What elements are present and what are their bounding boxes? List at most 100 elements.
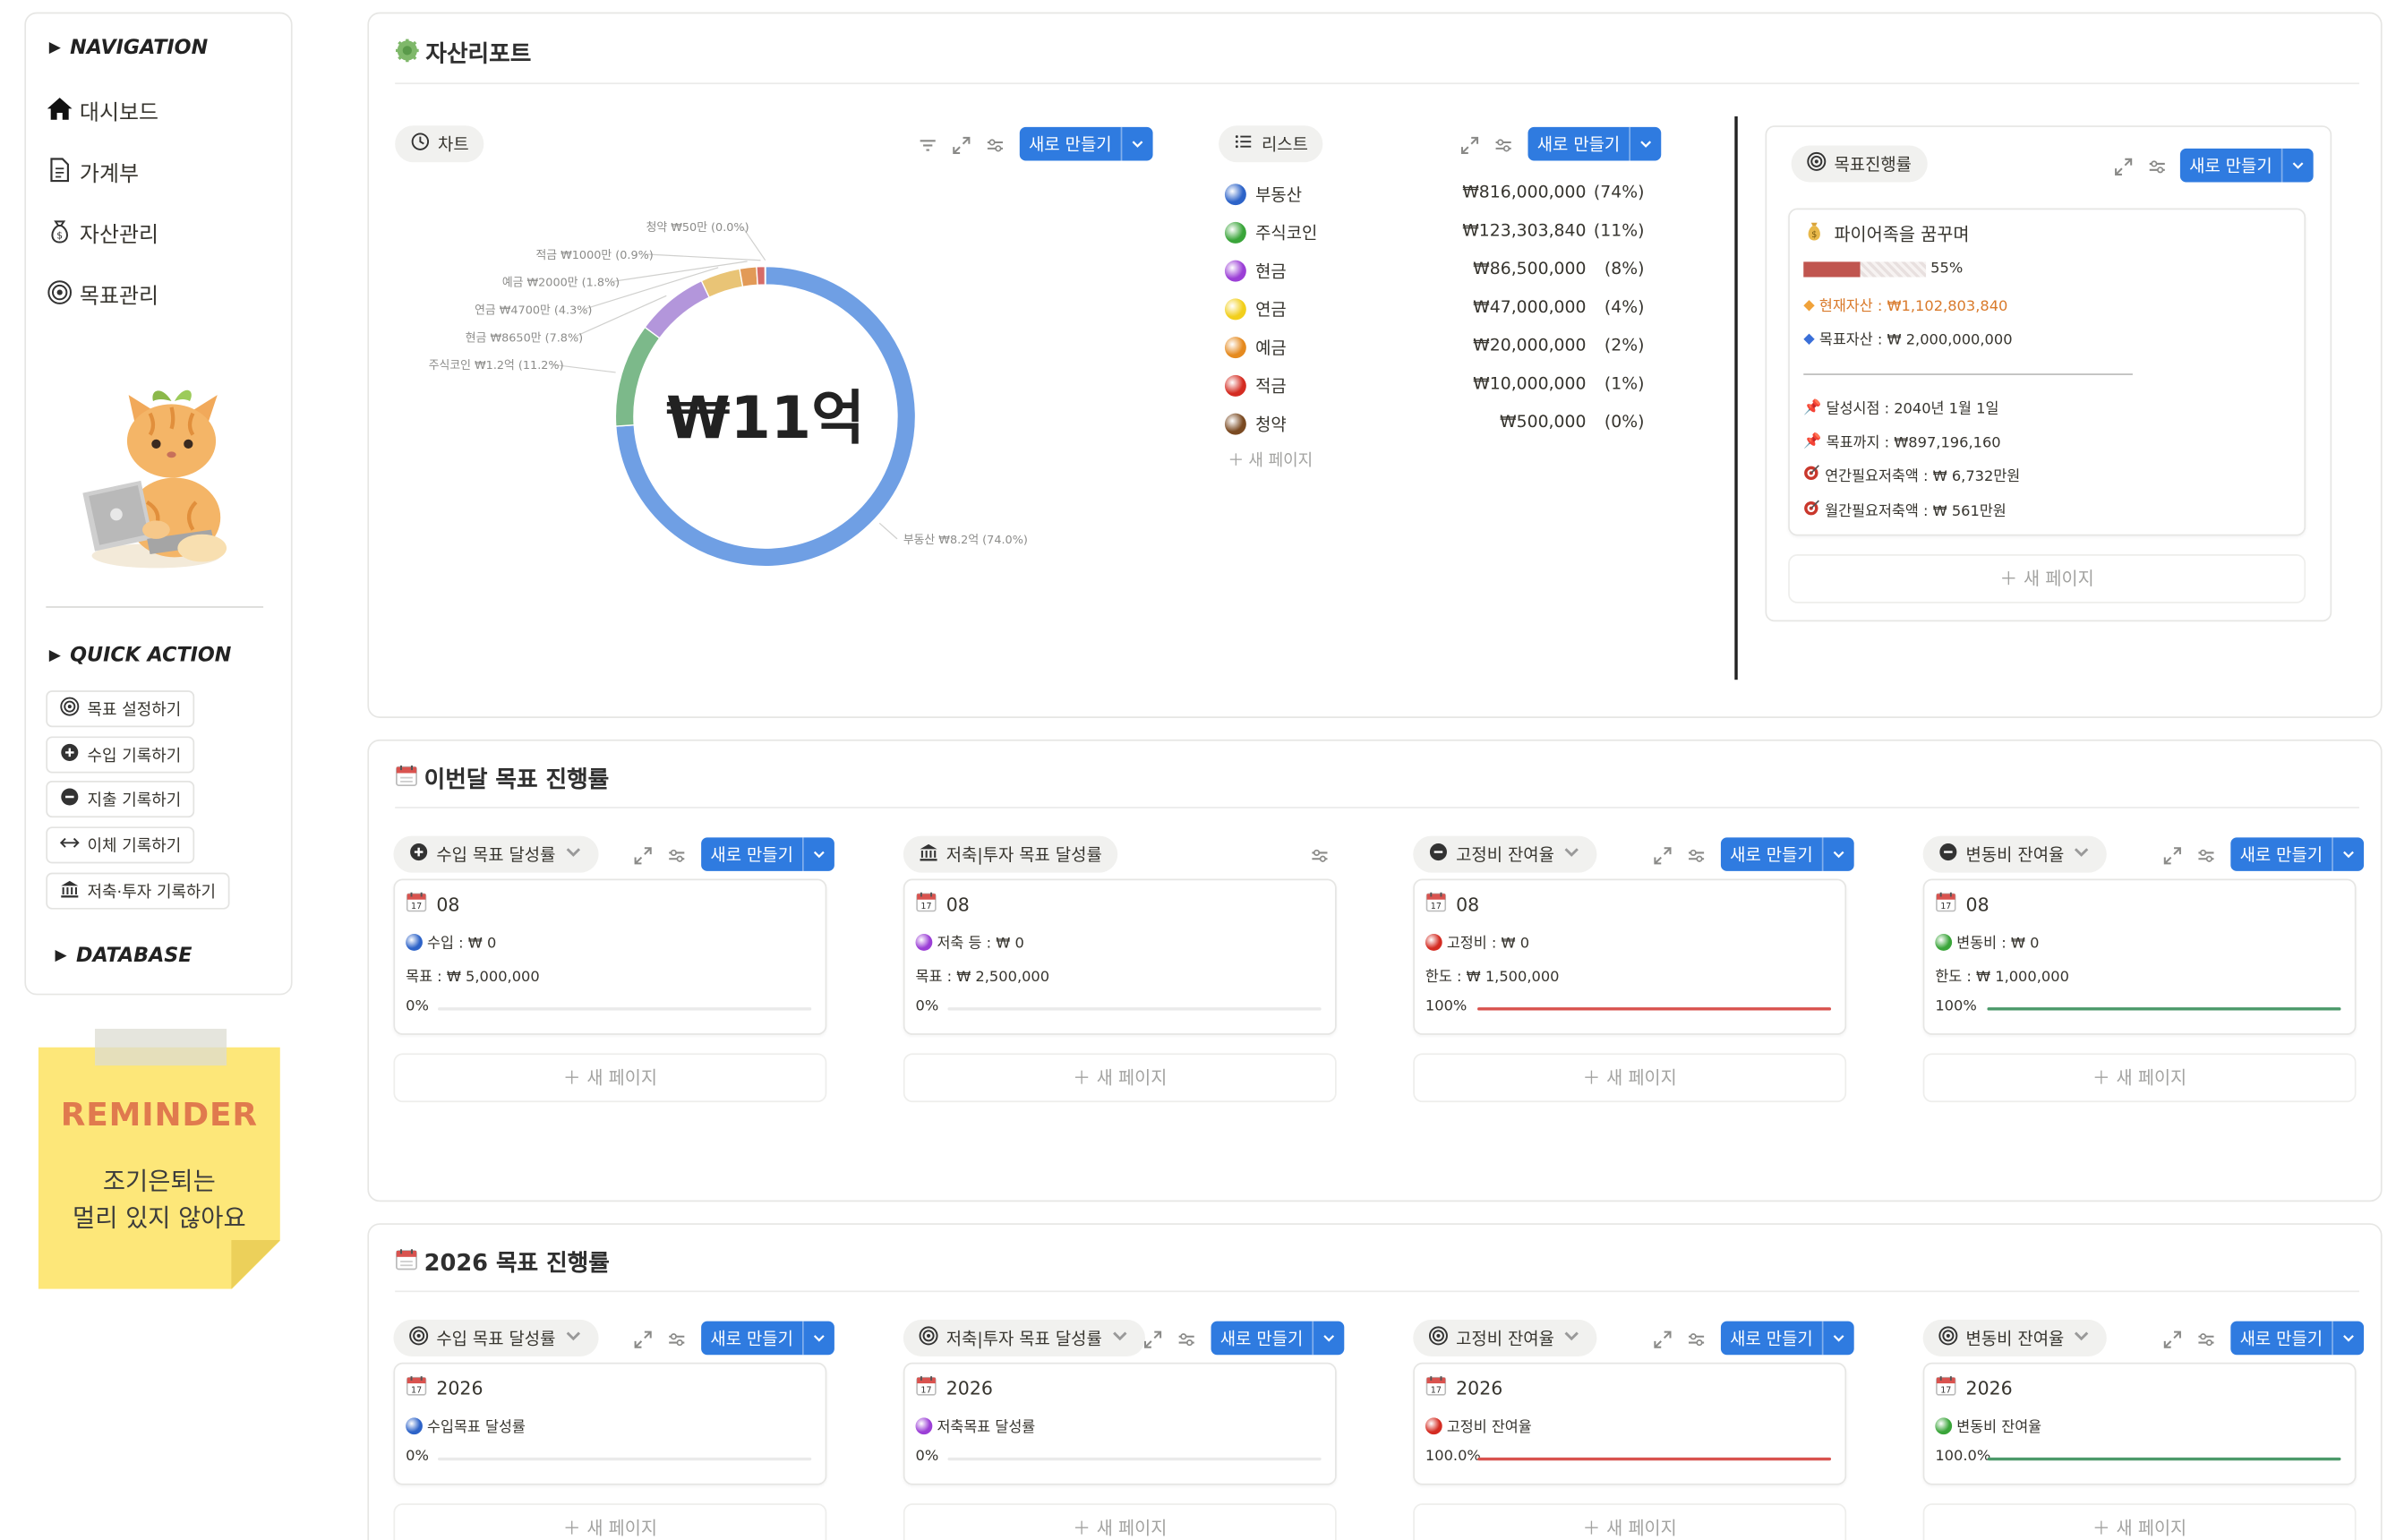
board-tab[interactable]: 저축|투자 목표 달성률 <box>903 1319 1145 1356</box>
list-new-button[interactable]: 새로 만들기 <box>1527 126 1662 161</box>
goal-new-button[interactable]: 새로 만들기 <box>2179 148 2314 183</box>
expand-icon[interactable] <box>1142 1327 1164 1348</box>
board-new-button[interactable]: 새로 만들기 <box>701 1321 835 1356</box>
tab-list[interactable]: 리스트 <box>1219 125 1323 163</box>
chevron-down-icon[interactable] <box>563 1326 583 1350</box>
quick-action-set-goal[interactable]: 목표 설정하기 <box>46 690 195 728</box>
quick-action-record-income[interactable]: 수입 기록하기 <box>46 736 195 774</box>
donut-slice[interactable] <box>700 268 744 299</box>
goal-card[interactable] <box>1788 208 2306 536</box>
chevron-down-icon[interactable] <box>2072 842 2092 866</box>
chevron-down-icon[interactable] <box>1312 1321 1345 1356</box>
settings-sliders-icon[interactable] <box>1493 133 1514 155</box>
chevron-down-icon[interactable] <box>1109 1326 1129 1350</box>
settings-sliders-icon[interactable] <box>2195 843 2217 865</box>
asset-list-row[interactable]: 예금 ₩20,000,000 (2%) <box>1224 330 1654 361</box>
board-new-page-button[interactable]: ＋ 새 페이지 <box>903 1503 1337 1540</box>
donut-slice[interactable] <box>614 326 661 427</box>
quick-action-record-transfer[interactable]: 이체 기록하기 <box>46 826 195 864</box>
sidebar-item-dashboard[interactable]: 대시보드 <box>46 95 158 129</box>
expand-icon[interactable] <box>632 843 654 865</box>
expand-icon[interactable] <box>951 133 972 155</box>
asset-list-row[interactable]: 청약 ₩500,000 (0%) <box>1224 407 1654 438</box>
board-tab-label: 고정비 잔여율 <box>1456 1329 1554 1349</box>
quick-action-record-expense[interactable]: 지출 기록하기 <box>46 781 195 818</box>
asset-list-row[interactable]: 적금 ₩10,000,000 (1%) <box>1224 369 1654 399</box>
board-new-page-button[interactable]: ＋ 새 페이지 <box>903 1053 1337 1103</box>
settings-sliders-icon[interactable] <box>2146 155 2168 176</box>
board-tab[interactable]: 고정비 잔여율 <box>1413 1319 1597 1356</box>
expand-icon[interactable] <box>2113 155 2135 176</box>
chevron-down-icon[interactable] <box>802 1321 834 1356</box>
chevron-down-icon[interactable] <box>1629 126 1662 161</box>
board-new-page-button[interactable]: ＋ 새 페이지 <box>1413 1053 1847 1103</box>
board-tab[interactable]: 수입 목표 달성률 <box>393 1319 599 1356</box>
asset-list-row[interactable]: 주식코인 ₩123,303,840 (11%) <box>1224 216 1654 246</box>
board-new-button[interactable]: 새로 만들기 <box>1720 837 1854 871</box>
board-tab[interactable]: 고정비 잔여율 <box>1413 835 1597 873</box>
donut-slice[interactable] <box>739 266 758 288</box>
board-new-button[interactable]: 새로 만들기 <box>2230 1321 2365 1356</box>
expand-icon[interactable] <box>632 1327 654 1348</box>
tab-goal-progress[interactable]: 목표진행률 <box>1791 145 1928 183</box>
expand-icon[interactable] <box>2161 1327 2183 1348</box>
expand-icon[interactable] <box>1652 843 1673 865</box>
sidebar-item-ledger[interactable]: 가계부 <box>46 156 139 190</box>
board-tab[interactable]: 저축|투자 목표 달성률 <box>903 835 1117 873</box>
chevron-down-icon[interactable] <box>1562 1326 1581 1350</box>
chevron-down-icon[interactable] <box>1821 837 1854 871</box>
goal-new-page-button[interactable]: ＋ 새 페이지 <box>1788 553 2306 603</box>
board-new-page-button[interactable]: ＋ 새 페이지 <box>393 1053 827 1103</box>
minus-circle-icon <box>1428 842 1448 866</box>
sidebar-item-goals[interactable]: 목표관리 <box>46 278 158 312</box>
chevron-down-icon[interactable] <box>1120 126 1153 161</box>
list-new-page-button[interactable]: ＋ 새 페이지 <box>1228 449 1313 472</box>
board-new-page-button[interactable]: ＋ 새 페이지 <box>393 1503 827 1540</box>
chevron-down-icon[interactable] <box>2332 1321 2364 1356</box>
settings-sliders-icon[interactable] <box>666 1327 688 1348</box>
settings-sliders-icon[interactable] <box>984 133 1005 155</box>
board-new-page-button[interactable]: ＋ 새 페이지 <box>1922 1053 2357 1103</box>
chevron-down-icon[interactable] <box>2280 148 2314 183</box>
expand-icon[interactable] <box>1652 1327 1673 1348</box>
tab-chart[interactable]: 차트 <box>395 125 484 163</box>
asset-list-row[interactable]: 연금 ₩47,000,000 (4%) <box>1224 293 1654 323</box>
sidebar-item-assets[interactable]: $ 자산관리 <box>46 218 158 252</box>
settings-sliders-icon[interactable] <box>1686 843 1707 865</box>
donut-slice[interactable] <box>756 265 766 287</box>
board-new-button[interactable]: 새로 만들기 <box>701 837 835 871</box>
chevron-down-icon[interactable] <box>802 837 834 871</box>
asset-list-row[interactable]: 현금 ₩86,500,000 (8%) <box>1224 254 1654 285</box>
donut-slice[interactable] <box>644 279 711 339</box>
asset-amount: ₩20,000,000 <box>1473 335 1587 355</box>
chart-new-button[interactable]: 새로 만들기 <box>1019 126 1153 161</box>
board-tab[interactable]: 수입 목표 달성률 <box>393 835 599 873</box>
settings-sliders-icon[interactable] <box>2195 1327 2217 1348</box>
chevron-down-icon[interactable] <box>563 842 583 866</box>
board-tab-label: 변동비 잔여율 <box>1965 1329 2065 1349</box>
quick-action-record-saving[interactable]: 저축·투자 기록하기 <box>46 872 230 910</box>
asset-list-row[interactable]: 부동산 ₩816,000,000 (74%) <box>1224 177 1654 208</box>
board-tab[interactable]: 변동비 잔여율 <box>1922 835 2108 873</box>
expand-icon[interactable] <box>1459 133 1481 155</box>
chevron-down-icon[interactable] <box>2332 837 2364 871</box>
board-new-page-button[interactable]: ＋ 새 페이지 <box>1922 1503 2357 1540</box>
board-new-page-button[interactable]: ＋ 새 페이지 <box>1413 1503 1847 1540</box>
settings-sliders-icon[interactable] <box>1176 1327 1197 1348</box>
filter-icon[interactable] <box>917 133 938 155</box>
settings-sliders-icon[interactable] <box>1686 1327 1707 1348</box>
expand-icon[interactable] <box>2161 843 2183 865</box>
board-tab[interactable]: 변동비 잔여율 <box>1922 1319 2108 1356</box>
chevron-down-icon[interactable] <box>1562 842 1581 866</box>
chevron-down-icon[interactable] <box>2072 1326 2092 1350</box>
chevron-down-icon[interactable] <box>1821 1321 1854 1356</box>
settings-sliders-icon[interactable] <box>1309 843 1331 865</box>
settings-sliders-icon[interactable] <box>666 843 688 865</box>
asset-name: 적금 <box>1255 376 1287 397</box>
board-new-button[interactable]: 새로 만들기 <box>1720 1321 1854 1356</box>
quick-action-header[interactable]: ▶ QUICK ACTION <box>49 645 232 668</box>
board-new-button[interactable]: 새로 만들기 <box>2230 837 2365 871</box>
navigation-header[interactable]: ▶ NAVIGATION <box>49 37 208 60</box>
board-new-button[interactable]: 새로 만들기 <box>1211 1321 1345 1356</box>
database-header[interactable]: ▶ DATABASE <box>56 945 193 968</box>
